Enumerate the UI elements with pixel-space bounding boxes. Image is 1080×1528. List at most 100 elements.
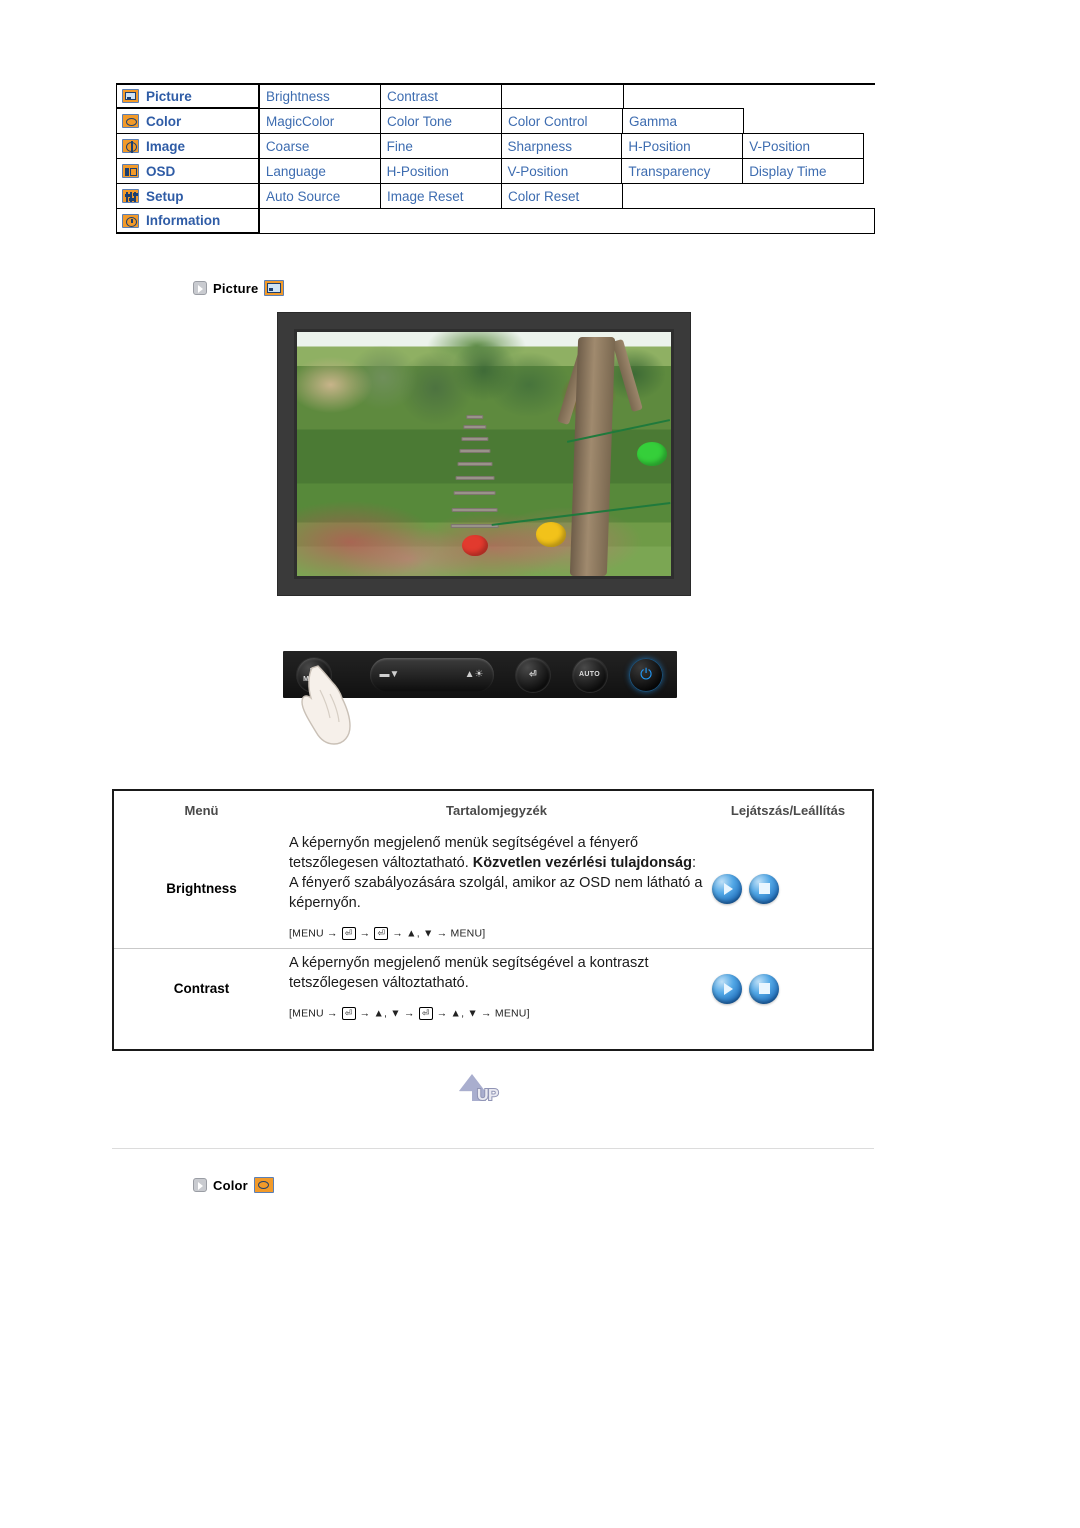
osd-item-fine[interactable]: Fine	[379, 133, 502, 159]
table-row: OSD Language H-Position V-Position Trans…	[116, 158, 875, 184]
play-icon	[724, 982, 733, 995]
picture-icon	[264, 280, 285, 296]
rocker-buttons[interactable]: ▬▼ ▲☀	[369, 657, 494, 692]
osd-category-setup[interactable]: Setup	[116, 183, 260, 209]
key-path-brightness: [MENU → ⏎ → ⏎ → ▲, ▼ → MENU]	[289, 927, 486, 940]
osd-row-filler	[622, 183, 875, 209]
osd-item-v-position[interactable]: V-Position	[742, 133, 865, 159]
osd-item-coarse[interactable]: Coarse	[258, 133, 381, 159]
osd-item-magiccolor[interactable]: MagicColor	[259, 108, 381, 134]
osd-item-osd-v-position[interactable]: V-Position	[500, 158, 623, 184]
page-root: Picture Brightness Contrast Color MagicC…	[0, 0, 1080, 1528]
osd-item-color-control[interactable]: Color Control	[501, 108, 623, 134]
row-playstop-controls	[704, 829, 872, 948]
osd-category-information[interactable]: Information	[116, 208, 260, 234]
description-text: A képernyőn megjelenő menük segítségével…	[289, 833, 704, 913]
up-button[interactable]: UP	[455, 1074, 527, 1110]
osd-item-color-reset[interactable]: Color Reset	[501, 183, 623, 209]
stop-button[interactable]	[749, 973, 779, 1004]
osd-item-sharpness[interactable]: Sharpness	[500, 133, 623, 159]
enter-key-icon: ⏎	[341, 1007, 356, 1020]
osd-item-transparency[interactable]: Transparency	[621, 158, 744, 184]
osd-category-label: Setup	[146, 188, 184, 204]
osd-category-label: OSD	[146, 163, 176, 179]
osd-item-gamma[interactable]: Gamma	[622, 108, 744, 134]
osd-row-filler	[863, 133, 875, 159]
play-icon	[724, 882, 733, 895]
stone-pagoda	[450, 414, 499, 542]
down-arrow-icon[interactable]: ▬▼	[380, 669, 400, 680]
osd-category-image[interactable]: Image	[116, 133, 260, 159]
osd-item-image-reset[interactable]: Image Reset	[380, 183, 502, 209]
table-header-row: Menü Tartalomjegyzék Lejátszás/Leállítás	[114, 791, 872, 829]
description-table: Menü Tartalomjegyzék Lejátszás/Leállítás…	[112, 789, 874, 1051]
section-title: Picture	[213, 280, 259, 296]
play-button[interactable]	[712, 873, 742, 904]
osd-row-filler	[863, 158, 875, 184]
play-button[interactable]	[712, 973, 742, 1004]
arrow-bullet-icon	[193, 281, 207, 295]
up-button-label: UP	[476, 1086, 500, 1105]
up-arrow-brightness-icon[interactable]: ▲☀	[465, 669, 484, 680]
enter-button[interactable]: ⏎	[516, 657, 550, 692]
column-header-contents: Tartalomjegyzék	[446, 802, 547, 818]
section-heading-picture: Picture	[193, 280, 285, 296]
column-header-menu: Menü	[184, 802, 219, 818]
row-description: A képernyőn megjelenő menük segítségével…	[289, 829, 704, 948]
table-row: Information	[116, 208, 875, 234]
monitor-photo	[277, 312, 691, 596]
osd-empty-cell	[259, 208, 875, 234]
power-icon: ⏻	[640, 666, 652, 683]
row-menu-label: Contrast	[173, 981, 230, 996]
stop-icon	[758, 883, 770, 894]
osd-item-color-tone[interactable]: Color Tone	[380, 108, 502, 134]
osd-item-auto-source[interactable]: Auto Source	[259, 183, 381, 209]
osd-category-label: Image	[146, 138, 186, 154]
tree-trunk	[569, 336, 616, 576]
description-bold-part: Közvetlen vezérlési tulajdonság	[472, 855, 692, 871]
auto-button-label: AUTO	[579, 671, 600, 678]
table-row: Picture Brightness Contrast	[116, 83, 875, 109]
yellow-lantern	[536, 522, 567, 547]
table-row: Contrast A képernyőn megjelenő menük seg…	[114, 948, 872, 1028]
osd-row-filler	[743, 108, 875, 134]
menu-icon: ▤	[309, 665, 319, 676]
power-button[interactable]: ⏻	[629, 657, 663, 692]
osd-row-filler	[623, 83, 875, 109]
monitor-control-panel: ▤ MENU ▬▼ ▲☀ ⏎ AUTO ⏻	[283, 651, 677, 698]
red-lantern	[461, 534, 488, 557]
osd-item-contrast[interactable]: Contrast	[380, 83, 502, 109]
table-row: Setup Auto Source Image Reset Color Rese…	[116, 183, 875, 209]
osd-empty-cell	[501, 83, 624, 109]
section-title: Color	[213, 1177, 248, 1193]
enter-key-icon: ⏎	[374, 927, 389, 940]
section-heading-color: Color	[193, 1177, 274, 1193]
stop-icon	[758, 983, 770, 994]
description-part-1: A képernyőn megjelenő menük segítségével…	[289, 955, 649, 991]
osd-category-picture[interactable]: Picture	[116, 83, 260, 109]
osd-category-color[interactable]: Color	[116, 108, 260, 134]
osd-category-label: Color	[146, 113, 182, 129]
picture-icon	[122, 89, 139, 103]
osd-category-osd[interactable]: OSD	[116, 158, 260, 184]
table-row: Brightness A képernyőn megjelenő menük s…	[114, 829, 872, 948]
arrow-bullet-icon	[193, 1178, 207, 1192]
key-path-contrast: [MENU → ⏎ → ▲, ▼ → ⏎ → ▲, ▼ → MENU]	[289, 1007, 530, 1020]
monitor-screen	[294, 329, 674, 579]
color-palette-icon	[253, 1177, 274, 1193]
description-text: A képernyőn megjelenő menük segítségével…	[289, 953, 704, 993]
osd-item-brightness[interactable]: Brightness	[259, 83, 381, 109]
table-row: Image Coarse Fine Sharpness H-Position V…	[116, 133, 875, 159]
enter-key-icon: ⏎	[341, 927, 356, 940]
garden-scene-image	[297, 332, 671, 576]
menu-button[interactable]: ▤ MENU	[297, 657, 331, 692]
image-globe-icon	[122, 139, 139, 153]
osd-item-language[interactable]: Language	[258, 158, 381, 184]
auto-button[interactable]: AUTO	[572, 657, 607, 692]
stop-button[interactable]	[749, 873, 779, 904]
table-row: Color MagicColor Color Tone Color Contro…	[116, 108, 875, 134]
enter-key-icon: ⏎	[418, 1007, 433, 1020]
osd-item-osd-h-position[interactable]: H-Position	[379, 158, 502, 184]
osd-item-h-position[interactable]: H-Position	[621, 133, 744, 159]
osd-item-display-time[interactable]: Display Time	[742, 158, 865, 184]
